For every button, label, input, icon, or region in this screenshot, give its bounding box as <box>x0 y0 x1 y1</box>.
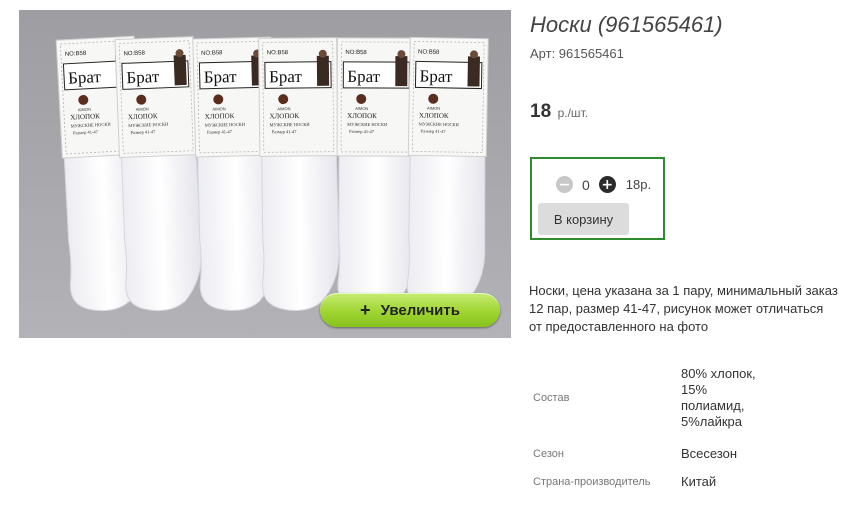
property-row: Сезон Всесезон <box>528 441 771 467</box>
svg-text:AIMON: AIMON <box>277 106 290 111</box>
product-description: Носки, цена указана за 1 пару, минимальн… <box>529 283 838 334</box>
sock-code: NO:B58 <box>267 50 289 56</box>
add-to-cart-button[interactable]: В корзину <box>538 203 629 235</box>
property-row: Страна-производитель Китай <box>528 467 771 497</box>
quantity-stepper: − 0 + 18р. <box>556 176 651 193</box>
minus-icon: − <box>558 176 571 193</box>
svg-text:Размер 41-47: Размер 41-47 <box>130 129 156 135</box>
decrease-quantity-button[interactable]: − <box>556 176 573 193</box>
sock-material: ХЛОПОК <box>269 112 299 120</box>
product-image-gallery[interactable]: NO:B58 Брат AIMON ХЛОПОК МУЖСКИЕ НОСКИ Размер… <box>19 10 511 338</box>
sock-brand: Брат <box>269 67 303 86</box>
sock-material: ХЛОПОК <box>70 112 100 122</box>
svg-text:МУЖСКИЕ НОСКИ: МУЖСКИЕ НОСКИ <box>347 122 388 127</box>
svg-text:Размер 41-47: Размер 41-47 <box>272 129 298 134</box>
sock: NO:B58 Брат AIMONХЛОПОК МУЖСКИЕ НОСКИ Размер… <box>336 37 416 311</box>
sock: NO:B58 Брат AIMONХЛОПОКМУЖСКИЕ НОСКИ Размер… <box>406 36 489 311</box>
svg-text:AIMON: AIMON <box>78 107 91 113</box>
svg-text:Размер 41-47: Размер 41-47 <box>207 129 233 135</box>
sock-code: NO:B58 <box>201 50 223 57</box>
sock-brand: Брат <box>126 67 160 87</box>
sock-brand: Брат <box>419 66 453 86</box>
cart-sum: 18р. <box>625 177 652 192</box>
svg-text:AIMON: AIMON <box>136 106 149 112</box>
sock: NO:B58БратAIMONХЛОПОКМУЖСКИЕ НОСКИРазмер… <box>114 36 202 312</box>
svg-text:Размер 41-47: Размер 41-47 <box>349 129 375 134</box>
svg-text:МУЖСКИЕ НОСКИ: МУЖСКИЕ НОСКИ <box>205 122 246 128</box>
sock-code: NO:B58 <box>123 50 145 57</box>
product-sku: Арт: 961565461 <box>530 46 624 61</box>
sock-brand: Брат <box>347 67 380 86</box>
plus-icon: + <box>360 300 371 320</box>
price-value: 18 <box>530 101 552 122</box>
sock-brand: Брат <box>68 67 102 88</box>
sock-material: ХЛОПОК <box>419 111 449 120</box>
product-properties-table: Состав 80% хлопок, 15% полиамид, 5%лайкр… <box>528 355 771 497</box>
sock-material: ХЛОПОК <box>205 112 235 121</box>
property-value: Всесезон <box>681 446 738 461</box>
product-photo: NO:B58БратAIMONХЛОПОКМУЖСКИЕ НОСКИРазмер… <box>19 10 511 338</box>
sock-brand: Брат <box>203 67 237 87</box>
price-unit: р./шт. <box>557 106 589 120</box>
sock-material: ХЛОПОК <box>128 112 158 121</box>
svg-text:МУЖСКИЕ НОСКИ: МУЖСКИЕ НОСКИ <box>419 121 460 127</box>
cart-box: − 0 + 18р. В корзину <box>530 157 665 240</box>
sock: NO:B58 Брат AIMONХЛОПОК МУЖСКИЕ НОСКИ Размер… <box>258 37 340 311</box>
sock-code: NO:B58 <box>345 50 367 56</box>
svg-text:Размер 41-47: Размер 41-47 <box>421 129 447 134</box>
svg-text:AIMON: AIMON <box>355 106 368 111</box>
sock-code: NO:B58 <box>65 51 87 58</box>
sock-material: ХЛОПОК <box>347 112 377 120</box>
svg-text:AIMON: AIMON <box>427 106 440 111</box>
product-price: 18 р./шт. <box>530 101 588 123</box>
svg-text:AIMON: AIMON <box>212 106 225 111</box>
increase-quantity-button[interactable]: + <box>598 176 616 193</box>
zoom-button[interactable]: + Увеличить <box>320 293 500 327</box>
property-value: 80% хлопок, 15% полиамид, 5%лайкра <box>681 366 756 429</box>
property-row: Состав 80% хлопок, 15% полиамид, 5%лайкр… <box>528 355 771 441</box>
zoom-button-label: Увеличить <box>380 301 460 319</box>
property-key: Состав <box>533 392 570 404</box>
product-title: Носки (961565461) <box>530 12 723 37</box>
property-key: Сезон <box>533 448 564 460</box>
svg-text:МУЖСКИЕ НОСКИ: МУЖСКИЕ НОСКИ <box>269 122 310 127</box>
property-key: Страна-производитель <box>533 476 651 488</box>
quantity-value: 0 <box>582 176 590 193</box>
sock-logo-icon <box>356 93 367 104</box>
property-value: Китай <box>681 474 717 489</box>
sock-code: NO:B58 <box>418 49 440 55</box>
plus-icon: + <box>601 176 614 193</box>
